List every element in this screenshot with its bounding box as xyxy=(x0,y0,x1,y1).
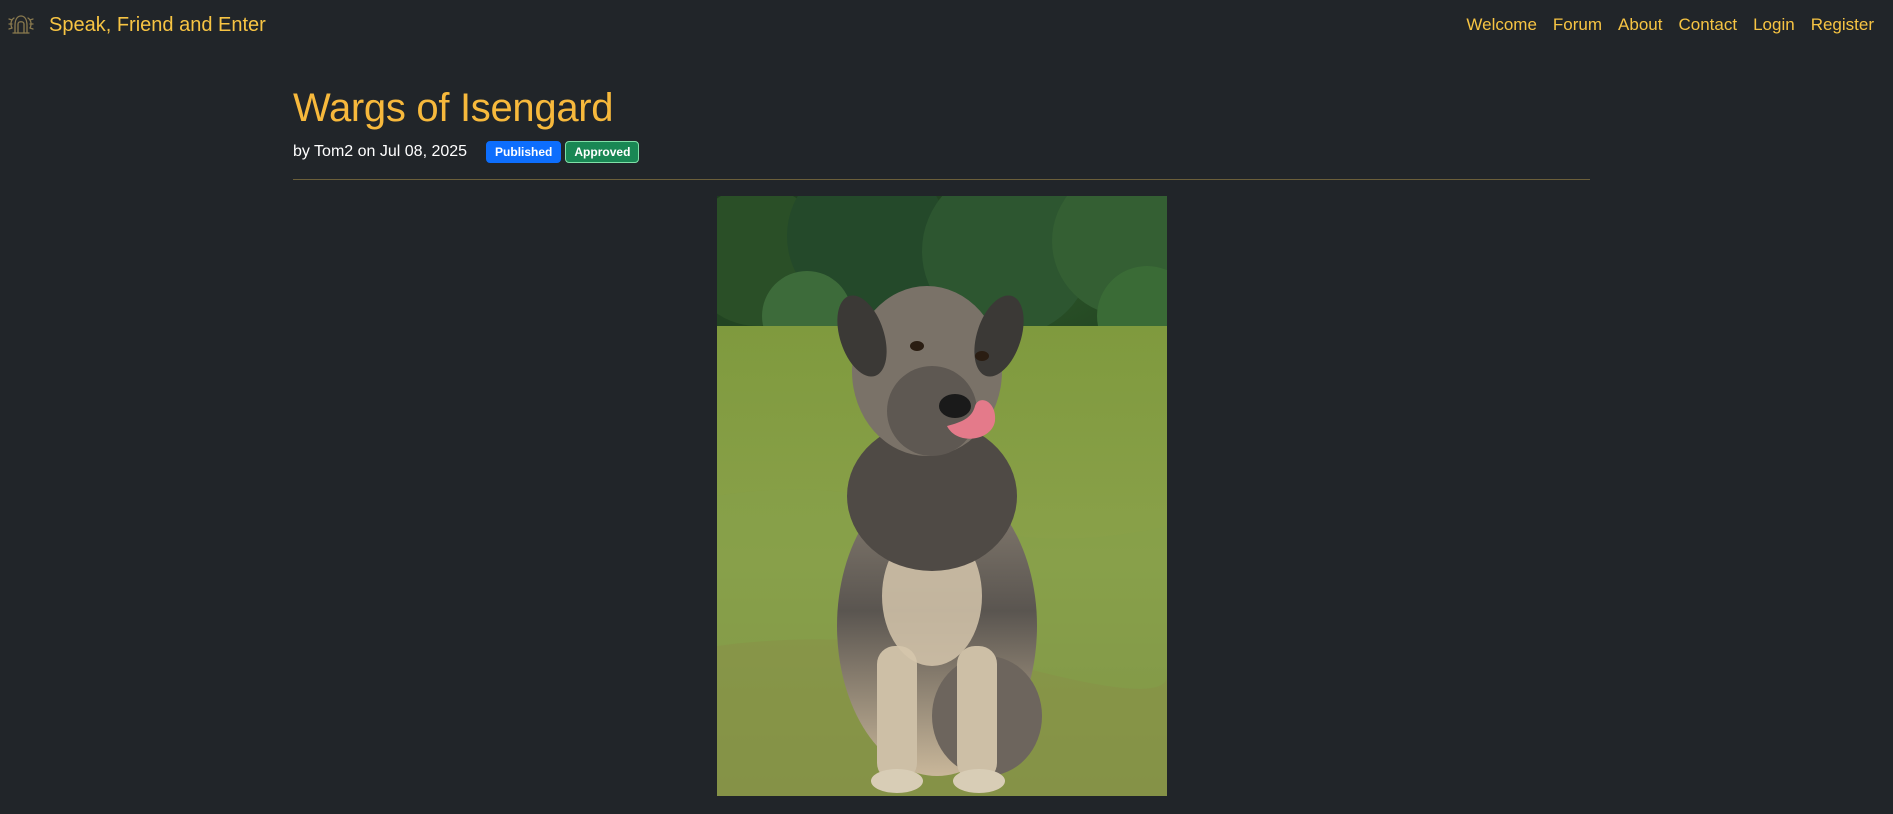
brand-link[interactable]: Speak, Friend and Enter xyxy=(6,10,266,40)
nav-link-contact[interactable]: Contact xyxy=(1678,15,1737,35)
post-meta: by Tom2 on Jul 08, 2025 Published Approv… xyxy=(293,140,1590,164)
nav-links: Welcome Forum About Contact Login Regist… xyxy=(1450,15,1874,35)
nav-link-forum[interactable]: Forum xyxy=(1553,15,1602,35)
nav-link-welcome[interactable]: Welcome xyxy=(1466,15,1537,35)
ornamental-emblem-icon xyxy=(6,10,36,40)
post-title: Wargs of Isengard xyxy=(293,86,614,130)
brand-text: Speak, Friend and Enter xyxy=(49,13,266,36)
nav-link-register[interactable]: Register xyxy=(1811,15,1874,35)
dog-photo xyxy=(717,196,1167,796)
divider xyxy=(293,179,1590,180)
approved-badge: Approved xyxy=(565,141,640,163)
post-image xyxy=(717,196,1167,796)
top-navbar: Speak, Friend and Enter Welcome Forum Ab… xyxy=(0,0,1893,50)
nav-link-login[interactable]: Login xyxy=(1753,15,1795,35)
published-badge: Published xyxy=(486,141,562,163)
status-badges: Published Approved xyxy=(486,141,640,163)
post-byline: by Tom2 on Jul 08, 2025 xyxy=(293,143,468,160)
nav-link-about[interactable]: About xyxy=(1618,15,1662,35)
post-content: Wargs of Isengard by Tom2 on Jul 08, 202… xyxy=(293,80,1590,180)
